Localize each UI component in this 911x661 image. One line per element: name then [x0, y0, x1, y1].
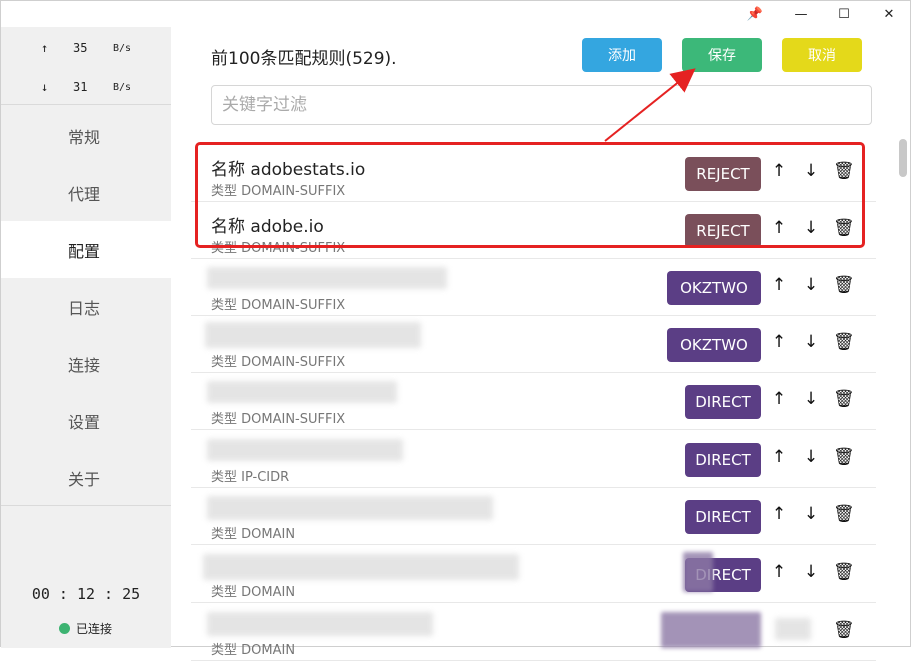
scrollbar-thumb[interactable] — [899, 139, 907, 177]
annotation-arrow-icon — [604, 68, 696, 142]
app-window: 📌 — ☐ ✕ ↑ 35 B/s ↓ 31 B/s 常规 代理 配置 日志 连接… — [0, 0, 911, 661]
